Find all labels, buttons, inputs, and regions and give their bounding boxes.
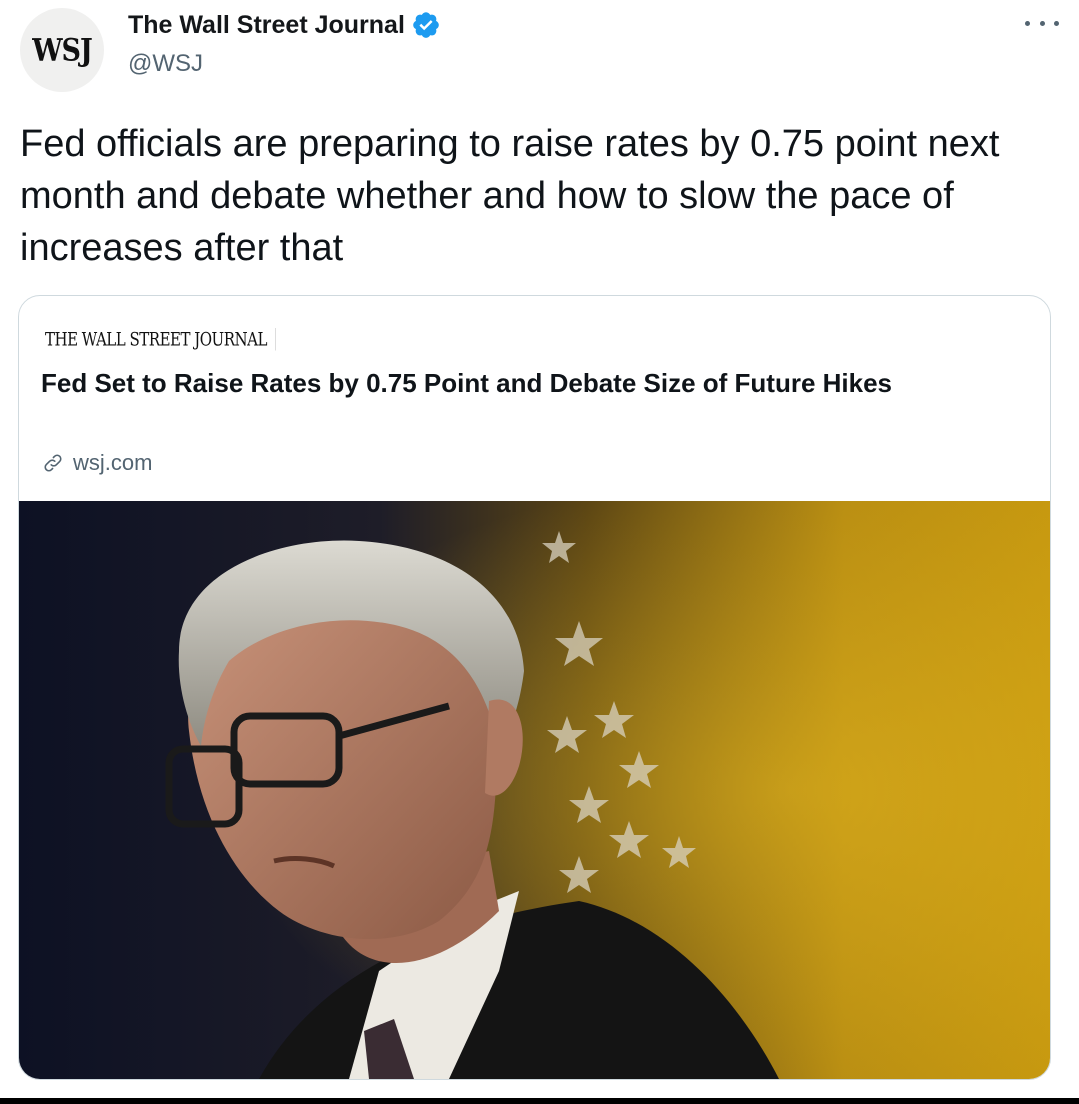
- avatar[interactable]: WSJ: [20, 8, 104, 92]
- handle[interactable]: @WSJ: [128, 50, 203, 78]
- card-domain: wsj.com: [73, 450, 153, 475]
- tweet-text: Fed officials are preparing to raise rat…: [20, 123, 1000, 269]
- avatar-logo-text: WSJ: [32, 32, 93, 68]
- display-name[interactable]: The Wall Street Journal: [128, 11, 405, 40]
- card-title[interactable]: Fed Set to Raise Rates by 0.75 Point and…: [41, 366, 1001, 401]
- display-name-row: The Wall Street Journal: [128, 10, 441, 40]
- more-options-icon[interactable]: [1025, 12, 1059, 34]
- verified-badge-icon: [413, 12, 439, 38]
- card-masthead: THE WALL STREET JOURNAL: [45, 328, 276, 351]
- link-icon: [44, 454, 62, 472]
- article-photo[interactable]: [19, 501, 1050, 1079]
- tweet-header: WSJ The Wall Street Journal @WSJ: [20, 8, 1059, 98]
- card-domain-row[interactable]: wsj.com: [41, 450, 152, 476]
- bottom-divider: [0, 1098, 1079, 1104]
- link-card[interactable]: THE WALL STREET JOURNAL Fed Set to Raise…: [18, 295, 1051, 1080]
